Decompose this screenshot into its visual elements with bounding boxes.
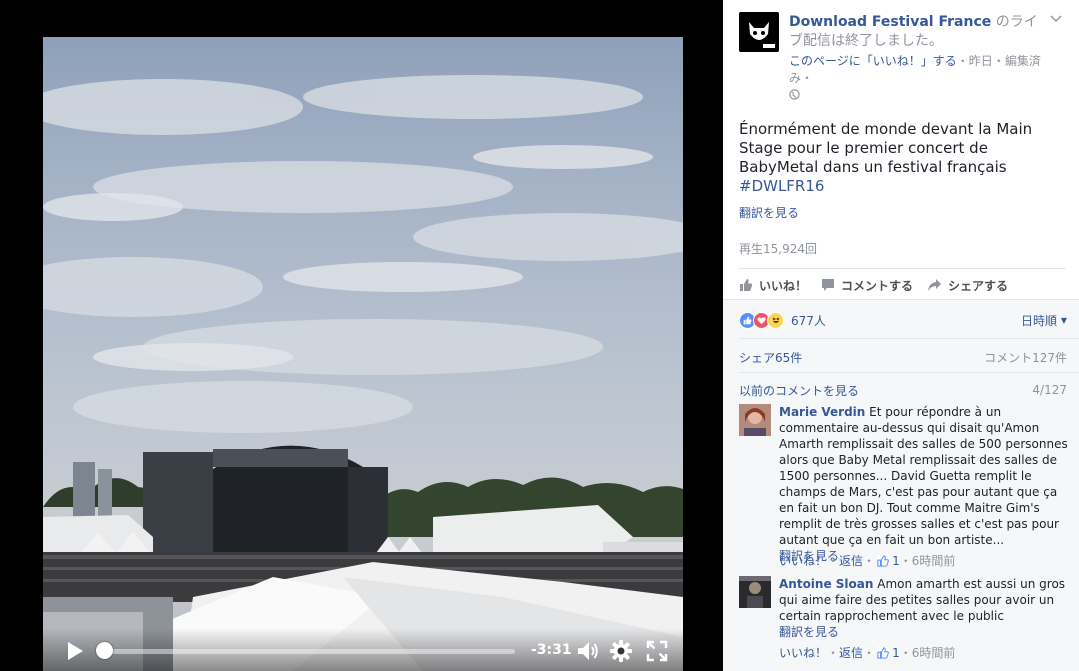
- meta-separator: ・: [899, 554, 912, 568]
- comment-like-link[interactable]: いいね！: [779, 644, 827, 661]
- comment-body: Marie Verdin Et pour répondre à un comme…: [779, 404, 1071, 564]
- share-button[interactable]: シェアする: [927, 276, 1008, 294]
- comment-author[interactable]: Marie Verdin: [779, 405, 865, 419]
- meta-separator: ・: [863, 646, 876, 660]
- comment-reply-link[interactable]: 返信: [839, 552, 863, 569]
- comment-button[interactable]: コメントする: [821, 276, 913, 294]
- comment-body: Antoine Sloan Amon amarth est aussi un g…: [779, 576, 1071, 640]
- page-avatar[interactable]: [739, 12, 779, 52]
- chevron-down-icon[interactable]: [1050, 13, 1062, 23]
- comment-pager: 4/127: [1032, 383, 1067, 397]
- volume-icon[interactable]: [576, 639, 600, 663]
- comment-item: Antoine Sloan Amon amarth est aussi un g…: [739, 576, 1071, 666]
- comment-time[interactable]: 6時間前: [912, 552, 956, 569]
- post-header: Download Festival France のライブ配信は終了しました。: [789, 13, 1051, 51]
- comment-icon: [822, 279, 835, 291]
- share-label: シェアする: [948, 278, 1009, 293]
- comment-like-count[interactable]: 1: [892, 646, 900, 660]
- action-bar: いいね！ コメントする シェアする: [739, 276, 1008, 294]
- comment-time[interactable]: 6時間前: [912, 644, 956, 661]
- comment-meta: いいね！・返信・ 1 ・ 6時間前: [779, 644, 955, 661]
- meta-separator: ・: [827, 554, 840, 568]
- fullscreen-icon[interactable]: [645, 639, 669, 663]
- comment-text: Et pour répondre à un commentaire au-des…: [779, 405, 1068, 547]
- play-icon[interactable]: [65, 641, 85, 661]
- post-date[interactable]: 昨日: [969, 54, 993, 68]
- avatar[interactable]: [739, 404, 771, 436]
- caret-down-icon: ▼: [1060, 316, 1067, 325]
- comment-translate-link[interactable]: 翻訳を見る: [779, 624, 1071, 640]
- comment-meta: いいね！・返信・ 1 ・ 6時間前: [779, 552, 955, 569]
- festival-scene-image: [43, 75, 683, 671]
- like-button[interactable]: いいね！: [739, 276, 807, 294]
- comment-count[interactable]: コメント127件: [984, 349, 1067, 366]
- reaction-count[interactable]: 677人: [791, 312, 826, 329]
- page-name-link[interactable]: Download Festival France: [789, 14, 991, 30]
- meta-separator: ・: [899, 646, 912, 660]
- like-label: いいね！: [759, 278, 808, 293]
- reaction-summary[interactable]: 677人: [739, 311, 826, 329]
- meta-separator: ・: [827, 646, 840, 660]
- globe-icon: [789, 88, 800, 100]
- share-icon: [928, 279, 942, 291]
- view-previous-comments-link[interactable]: 以前のコメントを見る: [739, 382, 859, 399]
- post-text: Énormément de monde devant la Main Stage…: [739, 120, 1069, 196]
- post-panel: Download Festival France のライブ配信は終了しました。 …: [723, 0, 1079, 671]
- comment-label: コメントする: [841, 278, 914, 293]
- view-count: 再生15,924回: [739, 242, 817, 256]
- meta-separator: ・: [992, 54, 1005, 68]
- sort-dropdown[interactable]: 日時順 ▼: [1021, 312, 1067, 329]
- comment-like-count[interactable]: 1: [892, 554, 900, 568]
- thumbs-up-icon: [740, 279, 753, 291]
- post-body: Énormément de monde devant la Main Stage…: [739, 120, 1033, 176]
- thumbs-up-icon: [877, 554, 890, 567]
- meta-separator: ・: [956, 54, 969, 68]
- thumbs-up-icon: [877, 646, 890, 659]
- comment-author[interactable]: Antoine Sloan: [779, 577, 873, 591]
- haha-reaction-icon: [767, 311, 784, 329]
- comment-item: Marie Verdin Et pour répondre à un comme…: [739, 404, 1071, 570]
- hashtag-link[interactable]: #DWLFR16: [739, 177, 1069, 196]
- translate-link[interactable]: 翻訳を見る: [739, 204, 799, 221]
- time-remaining: -3:31: [531, 642, 572, 658]
- divider: [739, 372, 1079, 373]
- like-page-link[interactable]: このページに「いいね！」する: [789, 54, 957, 68]
- seek-bar[interactable]: [103, 649, 515, 654]
- seek-handle[interactable]: [96, 642, 113, 659]
- avatar[interactable]: [739, 576, 771, 608]
- divider: [739, 268, 1066, 269]
- gear-icon[interactable]: [609, 639, 633, 663]
- comment-reply-link[interactable]: 返信: [839, 644, 863, 661]
- comment-like-link[interactable]: いいね！: [779, 552, 827, 569]
- post-meta: このページに「いいね！」する・昨日・編集済み・: [789, 53, 1059, 104]
- share-count[interactable]: シェア65件: [739, 349, 802, 366]
- divider: [739, 338, 1079, 339]
- video-controls: -3:31: [43, 628, 683, 671]
- meta-separator: ・: [863, 554, 876, 568]
- sort-label: 日時順: [1021, 314, 1058, 328]
- video-frame[interactable]: [43, 37, 683, 671]
- video-player[interactable]: -3:31: [0, 0, 723, 671]
- meta-separator: ・: [801, 71, 814, 85]
